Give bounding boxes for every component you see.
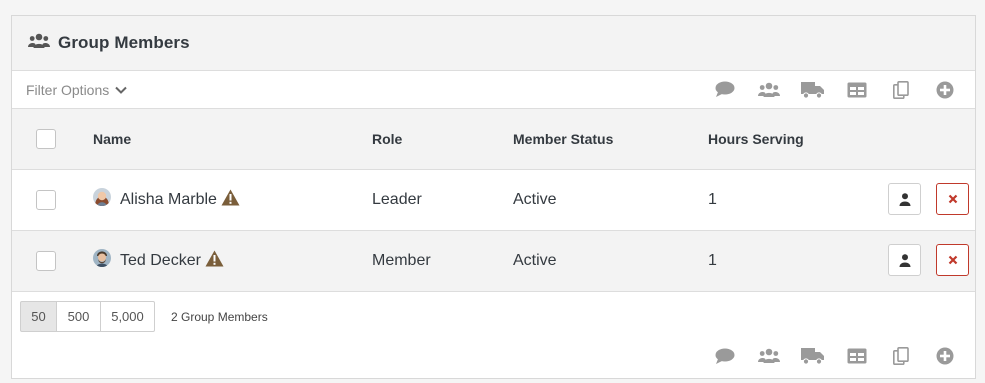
table-row[interactable]: Ted Decker Member Active 1 xyxy=(12,231,975,292)
column-member-status[interactable]: Member Status xyxy=(513,109,613,169)
table-header: Name Role Member Status Hours Serving xyxy=(12,109,975,170)
view-person-button[interactable] xyxy=(888,244,921,276)
page-size-selector: 50 500 5,000 xyxy=(20,301,155,332)
warning-icon xyxy=(205,250,224,272)
bulk-update-icon[interactable] xyxy=(791,75,835,105)
column-hours-serving[interactable]: Hours Serving xyxy=(708,109,804,169)
select-all-checkbox[interactable] xyxy=(36,129,56,149)
group-members-panel: Group Members Filter Options Name Role M… xyxy=(11,15,976,379)
grid-actions-top: Filter Options xyxy=(12,71,975,109)
panel-title: Group Members xyxy=(58,33,190,52)
panel-heading: Group Members xyxy=(12,16,975,71)
excel-export-icon[interactable] xyxy=(835,341,879,371)
filter-options-label: Filter Options xyxy=(26,81,110,98)
column-name[interactable]: Name xyxy=(93,109,131,169)
merge-group-icon[interactable] xyxy=(747,75,791,105)
grid-actions-bottom xyxy=(703,341,967,371)
table-row[interactable]: Alisha Marble Leader Active 1 xyxy=(12,170,975,231)
communicate-icon[interactable] xyxy=(703,341,747,371)
grid-footer: 50 500 5,000 2 Group Members xyxy=(12,292,975,380)
merge-template-icon[interactable] xyxy=(879,75,923,105)
column-role[interactable]: Role xyxy=(372,109,402,169)
person-icon xyxy=(899,253,910,267)
page-size-5000[interactable]: 5,000 xyxy=(100,301,155,332)
avatar xyxy=(93,249,111,267)
member-hours: 1 xyxy=(708,191,717,208)
member-name[interactable]: Alisha Marble xyxy=(120,191,217,209)
member-status: Active xyxy=(513,191,557,208)
add-icon[interactable] xyxy=(923,75,967,105)
merge-group-icon[interactable] xyxy=(747,341,791,371)
avatar xyxy=(93,188,111,206)
users-icon xyxy=(28,33,50,54)
row-checkbox[interactable] xyxy=(36,190,56,210)
member-role: Leader xyxy=(372,191,422,208)
delete-member-button[interactable] xyxy=(936,244,969,276)
close-icon xyxy=(948,255,957,265)
chevron-down-icon xyxy=(115,86,127,94)
member-role: Member xyxy=(372,252,431,269)
member-count: 2 Group Members xyxy=(171,309,268,324)
member-name[interactable]: Ted Decker xyxy=(120,252,201,270)
row-checkbox[interactable] xyxy=(36,251,56,271)
add-icon[interactable] xyxy=(923,341,967,371)
merge-template-icon[interactable] xyxy=(879,341,923,371)
excel-export-icon[interactable] xyxy=(835,75,879,105)
member-hours: 1 xyxy=(708,252,717,269)
communicate-icon[interactable] xyxy=(703,75,747,105)
member-status: Active xyxy=(513,252,557,269)
warning-icon xyxy=(221,189,240,211)
bulk-update-icon[interactable] xyxy=(791,341,835,371)
delete-member-button[interactable] xyxy=(936,183,969,215)
page-size-50[interactable]: 50 xyxy=(20,301,57,332)
view-person-button[interactable] xyxy=(888,183,921,215)
close-icon xyxy=(948,194,957,204)
toolbar-actions xyxy=(703,75,967,105)
page-size-500[interactable]: 500 xyxy=(56,301,101,332)
person-icon xyxy=(899,192,910,206)
filter-options-toggle[interactable]: Filter Options xyxy=(26,82,127,98)
